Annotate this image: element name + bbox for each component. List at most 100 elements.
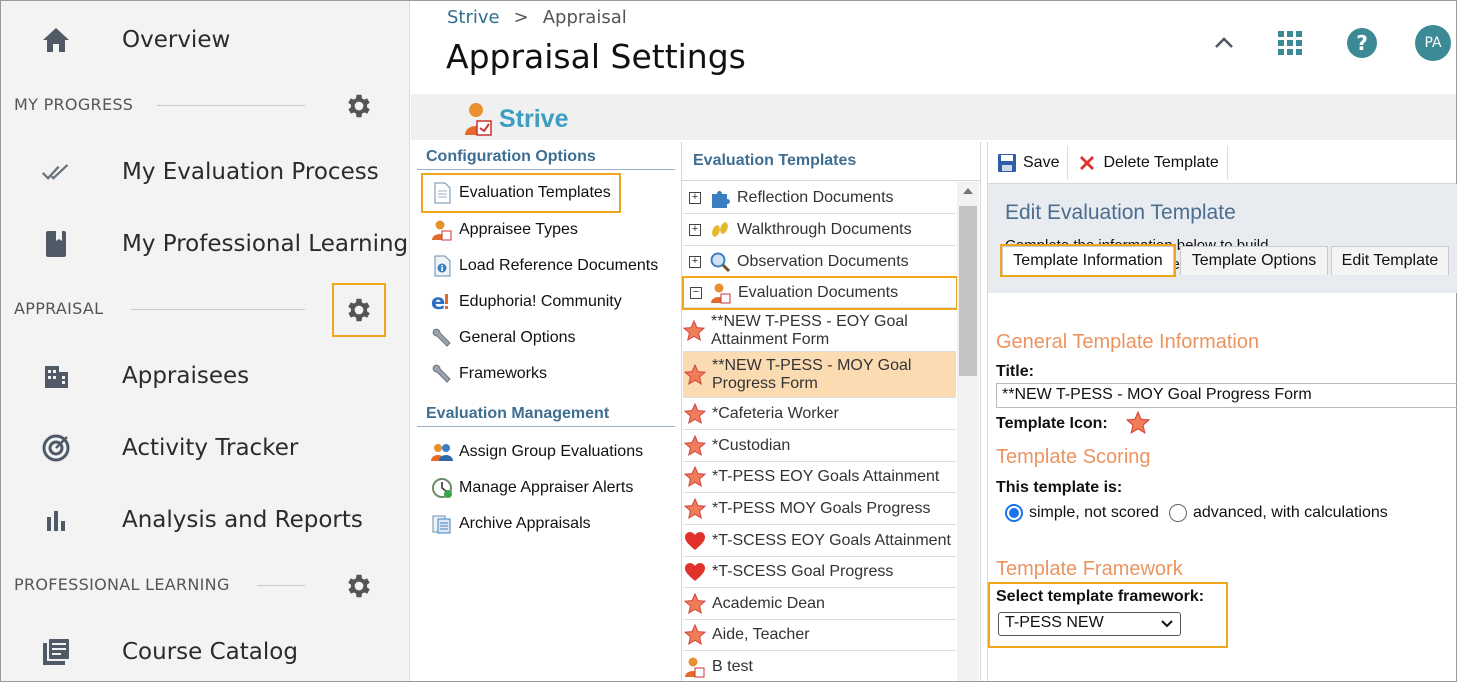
template-item-label: Aide, Teacher: [712, 626, 810, 643]
clock-alert-icon: [431, 477, 453, 499]
template-item-label: *Cafeteria Worker: [712, 404, 839, 422]
config-item-evaluation-templates[interactable]: Evaluation Templates: [421, 173, 621, 213]
avatar-initials: PA: [1415, 25, 1451, 61]
template-item-label: Academic Dean: [712, 594, 825, 612]
heart-icon: [684, 561, 706, 583]
config-item-general-options[interactable]: General Options: [431, 323, 576, 353]
expand-icon[interactable]: +: [689, 223, 701, 236]
tree-node-evaluation-documents[interactable]: − Evaluation Documents: [682, 276, 958, 310]
template-star-icon[interactable]: [1125, 410, 1151, 439]
evaluation-templates-list: Evaluation Templates + Reflection Docume…: [681, 142, 981, 681]
scroll-up-icon[interactable]: [963, 188, 973, 194]
help-icon[interactable]: ?: [1344, 25, 1380, 61]
section-appraisal: APPRAISAL: [1, 283, 409, 337]
configuration-options: Configuration Options: [417, 146, 675, 170]
radio-button-selected[interactable]: [1005, 504, 1023, 522]
sidebar-item-analysis-and-reports[interactable]: Analysis and Reports: [1, 495, 409, 545]
delete-template-button[interactable]: Delete Template: [1068, 145, 1228, 180]
document-icon: [431, 182, 453, 204]
template-item[interactable]: *Cafeteria Worker: [683, 398, 956, 430]
list-scrollbar[interactable]: [957, 182, 979, 681]
expand-icon[interactable]: +: [689, 191, 701, 204]
sidebar-item-my-evaluation-process[interactable]: My Evaluation Process: [1, 147, 409, 197]
config-item-label: Frameworks: [459, 365, 548, 382]
template-item-label: *T-PESS EOY Goals Attainment: [712, 468, 940, 485]
tab-template-options[interactable]: Template Options: [1180, 246, 1328, 275]
config-item-archive-appraisals[interactable]: Archive Appraisals: [431, 509, 591, 539]
gear-icon[interactable]: [332, 283, 386, 337]
template-item-label: *T-SCESS Goal Progress: [712, 563, 894, 580]
config-item-appraisee-types[interactable]: Appraisee Types: [431, 215, 578, 245]
config-item-label: Appraisee Types: [459, 221, 578, 238]
config-item-frameworks[interactable]: Frameworks: [431, 359, 547, 389]
template-item[interactable]: *T-PESS MOY Goals Progress: [683, 493, 956, 525]
config-item-eduphoria-community[interactable]: e Eduphoria! Community: [431, 287, 622, 317]
tree-node-reflection-documents[interactable]: + Reflection Documents: [683, 182, 956, 214]
sidebar-item-activity-tracker[interactable]: Activity Tracker: [1, 423, 409, 473]
chevron-up-icon[interactable]: [1206, 25, 1242, 61]
framework-select[interactable]: T-PESS NEW: [998, 612, 1181, 636]
tree-node-observation-documents[interactable]: + Observation Documents: [683, 246, 956, 278]
config-item-manage-appraiser-alerts[interactable]: Manage Appraiser Alerts: [431, 473, 633, 503]
gear-icon[interactable]: [342, 569, 376, 603]
tree-node-label: Observation Documents: [737, 252, 909, 270]
star-icon: [684, 497, 706, 520]
tree-node-walkthrough-documents[interactable]: + Walkthrough Documents: [683, 214, 956, 246]
edit-template-header: Edit Evaluation Template Complete the in…: [988, 184, 1457, 293]
apps-grid-icon[interactable]: [1272, 25, 1308, 61]
title-input[interactable]: **NEW T-PESS - MOY Goal Progress Form: [996, 383, 1457, 408]
template-item[interactable]: **NEW T-PESS - EOY Goal Attainment Form: [683, 310, 956, 352]
template-item[interactable]: *T-SCESS EOY Goals Attainment: [683, 525, 956, 557]
sidebar: Overview MY PROGRESS My Evaluation Proce…: [1, 1, 410, 681]
scoring-label: This template is:: [996, 479, 1123, 496]
save-label: Save: [1023, 153, 1060, 171]
breadcrumb-link[interactable]: Strive: [447, 7, 500, 28]
radio-button[interactable]: [1169, 504, 1187, 522]
tree-node-label: Evaluation Documents: [738, 283, 899, 301]
sidebar-item-appraisees[interactable]: Appraisees: [1, 351, 409, 401]
template-item[interactable]: *T-PESS EOY Goals Attainment: [683, 462, 956, 493]
scrollbar-thumb[interactable]: [959, 206, 977, 376]
radio-simple-not-scored[interactable]: simple, not scored: [1005, 504, 1159, 522]
star-icon: [684, 624, 706, 646]
settings-content: Strive Configuration Options Evaluation …: [411, 94, 1457, 681]
edit-template-panel: Save Delete Template Edit Evaluation Tem…: [987, 142, 1457, 681]
catalog-icon: [41, 637, 71, 667]
tab-template-information[interactable]: Template Information: [1000, 244, 1176, 277]
sidebar-item-overview[interactable]: Overview: [1, 15, 409, 65]
template-icon-label: Template Icon:: [996, 415, 1108, 432]
template-item[interactable]: B test: [683, 651, 956, 681]
radio-advanced-with-calculations[interactable]: advanced, with calculations: [1169, 504, 1388, 522]
edit-template-title: Edit Evaluation Template: [1005, 201, 1236, 224]
footprints-icon: [709, 219, 731, 241]
template-item[interactable]: Aide, Teacher: [683, 620, 956, 651]
puzzle-icon: [709, 187, 731, 209]
gear-icon[interactable]: [342, 89, 376, 123]
collapse-icon[interactable]: −: [690, 286, 702, 299]
tab-edit-template[interactable]: Edit Template: [1331, 246, 1449, 275]
sidebar-item-my-professional-learning[interactable]: My Professional Learning: [1, 219, 409, 269]
svg-text:e: e: [431, 291, 445, 313]
save-button[interactable]: Save: [988, 145, 1069, 180]
template-item[interactable]: *T-SCESS Goal Progress: [683, 557, 956, 588]
sidebar-item-label: My Professional Learning: [122, 231, 409, 257]
template-item[interactable]: *Custodian: [683, 430, 956, 462]
framework-select-value: T-PESS NEW: [1005, 614, 1104, 631]
config-item-load-reference-documents[interactable]: Load Reference Documents: [431, 251, 658, 281]
expand-icon[interactable]: +: [689, 255, 701, 268]
building-icon: [41, 361, 71, 391]
config-item-label: Manage Appraiser Alerts: [459, 479, 634, 496]
double-check-icon: [41, 157, 71, 187]
star-icon: [684, 592, 706, 615]
person-document-icon: [684, 656, 706, 678]
title-label: Title:: [996, 363, 1034, 380]
template-item-label: **NEW T-PESS - EOY Goal Attainment Form: [711, 312, 908, 348]
config-item-label: General Options: [459, 329, 576, 346]
sidebar-item-course-catalog[interactable]: Course Catalog: [1, 627, 409, 677]
evaluation-templates-heading: Evaluation Templates: [682, 142, 980, 181]
config-item-assign-group-evaluations[interactable]: Assign Group Evaluations: [431, 437, 643, 467]
template-item[interactable]: Academic Dean: [683, 588, 956, 620]
config-item-label: Load Reference Documents: [459, 257, 659, 274]
user-avatar[interactable]: PA: [1415, 25, 1451, 61]
template-item-selected[interactable]: **NEW T-PESS - MOY Goal Progress Form: [683, 352, 956, 398]
